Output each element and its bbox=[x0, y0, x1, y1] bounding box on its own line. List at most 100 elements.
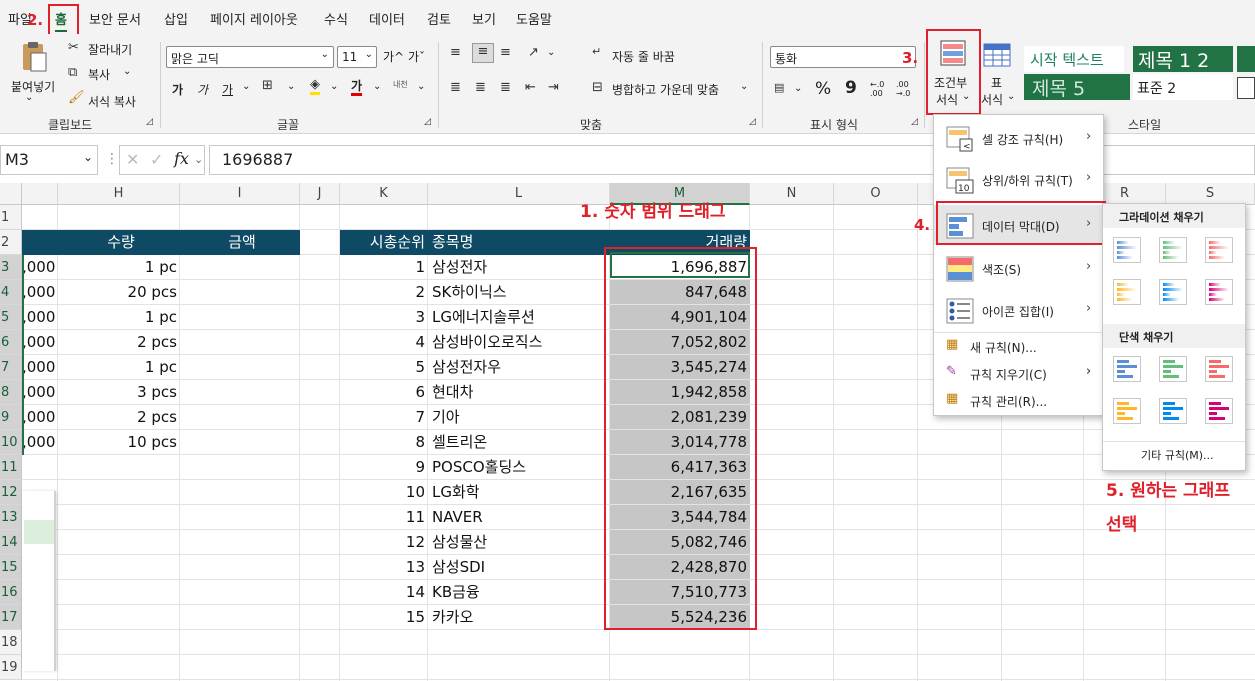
cell-rank[interactable]: 11 bbox=[340, 505, 428, 530]
cell-rank[interactable]: 4 bbox=[340, 330, 428, 355]
cell-stock-name[interactable]: 셀트리온 bbox=[428, 430, 610, 455]
underline-dropdown-icon[interactable]: ⌄ bbox=[242, 81, 250, 92]
currency-icon[interactable]: ▤ bbox=[774, 81, 784, 94]
cell-stock-name[interactable]: 현대차 bbox=[428, 380, 610, 405]
row-header[interactable]: 18 bbox=[0, 630, 22, 655]
cell-rank[interactable]: 9 bbox=[340, 455, 428, 480]
fill-color-icon[interactable]: ◈ bbox=[310, 78, 320, 95]
row-header[interactable]: 2 bbox=[0, 230, 22, 255]
style-start-text[interactable]: 시작 텍스트 bbox=[1024, 46, 1124, 72]
font-size-combo[interactable]: 11 ⌄ bbox=[337, 46, 377, 68]
number-launcher-icon[interactable]: ◿ bbox=[911, 117, 918, 127]
format-as-table-button[interactable]: 표 bbox=[991, 74, 1002, 91]
decrease-indent-icon[interactable]: ⇤ bbox=[525, 80, 536, 95]
row-header[interactable]: 16 bbox=[0, 580, 22, 605]
row-header[interactable]: 6 bbox=[0, 330, 22, 355]
font-launcher-icon[interactable]: ◿ bbox=[424, 117, 431, 127]
style-cell-more[interactable] bbox=[1237, 46, 1255, 72]
tab-protected-doc[interactable]: 보안 문서 bbox=[89, 9, 141, 28]
paste-dropdown-icon[interactable]: ⌄ bbox=[25, 92, 33, 103]
cell-rank[interactable]: 5 bbox=[340, 355, 428, 380]
comma-button[interactable]: 9 bbox=[845, 78, 857, 98]
enter-icon[interactable]: ✓ bbox=[150, 150, 163, 169]
number-format-combo[interactable]: 통화 bbox=[770, 46, 916, 68]
copy-dropdown-icon[interactable]: ⌄ bbox=[123, 66, 131, 77]
column-header-n[interactable]: N bbox=[750, 183, 834, 205]
cut-button[interactable]: 잘라내기 bbox=[88, 41, 132, 58]
format-painter-button[interactable]: 서식 복사 bbox=[88, 93, 136, 110]
column-header-s[interactable]: S bbox=[1166, 183, 1255, 205]
bold-button[interactable]: 가 bbox=[172, 81, 183, 98]
phonetic-dropdown-icon[interactable]: ⌄ bbox=[417, 81, 425, 92]
cell-stock-name[interactable]: SK하이닉스 bbox=[428, 280, 610, 305]
fill-dropdown-icon[interactable]: ⌄ bbox=[330, 81, 338, 92]
font-color-button[interactable]: 가 bbox=[351, 79, 363, 96]
cell-quantity[interactable]: 10 pcs bbox=[58, 430, 180, 455]
cell-rank[interactable]: 13 bbox=[340, 555, 428, 580]
cell-quantity[interactable]: 3 pcs bbox=[58, 380, 180, 405]
cell-stock-name[interactable]: 삼성물산 bbox=[428, 530, 610, 555]
style-heading-1-2[interactable]: 제목 1 2 bbox=[1133, 46, 1233, 72]
cell-stock-name[interactable]: 삼성SDI bbox=[428, 555, 610, 580]
increase-decimal-button[interactable]: ←.0 .00 bbox=[870, 80, 888, 98]
cell-amount-partial[interactable]: ,000 bbox=[22, 380, 58, 405]
column-header-o[interactable]: O bbox=[834, 183, 918, 205]
cell-quantity[interactable]: 2 pcs bbox=[58, 405, 180, 430]
paste-icon[interactable] bbox=[20, 41, 48, 73]
cancel-icon[interactable]: ✕ bbox=[126, 150, 139, 169]
underline-button[interactable]: 가 bbox=[222, 81, 233, 98]
format-as-table-button-line2[interactable]: 서식 bbox=[981, 91, 1003, 108]
cell-rank[interactable]: 7 bbox=[340, 405, 428, 430]
cell-stock-name[interactable]: 카카오 bbox=[428, 605, 610, 630]
column-header-h[interactable]: H bbox=[58, 183, 180, 205]
phonetic-button[interactable]: 내천 bbox=[393, 79, 408, 90]
more-options-icon[interactable]: ⋮ bbox=[105, 151, 119, 167]
tab-view[interactable]: 보기 bbox=[472, 9, 496, 28]
row-header[interactable]: 15 bbox=[0, 555, 22, 580]
cell-quantity[interactable]: 1 pc bbox=[58, 305, 180, 330]
clipboard-launcher-icon[interactable]: ◿ bbox=[146, 117, 153, 127]
format-as-table-icon[interactable] bbox=[983, 43, 1011, 69]
font-color-dropdown-icon[interactable]: ⌄ bbox=[373, 81, 381, 92]
merge-dropdown-icon[interactable]: ⌄ bbox=[740, 81, 748, 92]
databar-gradient-orange-option[interactable] bbox=[1113, 279, 1141, 305]
insert-function-button[interactable]: fx bbox=[174, 149, 189, 168]
cell-rank[interactable]: 2 bbox=[340, 280, 428, 305]
menu-item-highlight-rules[interactable]: < 셀 강조 규칙(H) › bbox=[934, 118, 1103, 158]
cell-rank[interactable]: 3 bbox=[340, 305, 428, 330]
column-header-g[interactable] bbox=[22, 183, 58, 205]
databar-solid-blue-option[interactable] bbox=[1113, 356, 1141, 382]
format-as-table-dropdown-icon[interactable]: ⌄ bbox=[1007, 91, 1015, 102]
style-normal-2[interactable]: 표준 2 bbox=[1133, 74, 1233, 100]
row-header[interactable]: 3 bbox=[0, 255, 22, 280]
cell-stock-name[interactable]: 삼성전자 bbox=[428, 255, 610, 280]
name-box[interactable]: M3 ⌄ bbox=[0, 145, 98, 175]
tab-formulas[interactable]: 수식 bbox=[324, 9, 348, 28]
cell-rank[interactable]: 12 bbox=[340, 530, 428, 555]
row-header[interactable]: 9 bbox=[0, 405, 22, 430]
cell-stock-name[interactable]: KB금융 bbox=[428, 580, 610, 605]
tab-data[interactable]: 데이터 bbox=[369, 9, 405, 28]
cell-rank[interactable]: 8 bbox=[340, 430, 428, 455]
align-left-icon[interactable]: ≣ bbox=[450, 80, 461, 95]
cell-amount-partial[interactable]: ,000 bbox=[22, 255, 58, 280]
decrease-decimal-button[interactable]: .00 →.0 bbox=[896, 80, 914, 98]
databar-solid-red-option[interactable] bbox=[1205, 356, 1233, 382]
menu-item-top-bottom-rules[interactable]: 10 상위/하위 규칙(T) › bbox=[934, 159, 1103, 199]
row-header[interactable]: 8 bbox=[0, 380, 22, 405]
cell-amount-partial[interactable]: ,000 bbox=[22, 280, 58, 305]
cell-quantity[interactable]: 1 pc bbox=[58, 255, 180, 280]
style-heading-5[interactable]: 제목 5 bbox=[1024, 74, 1130, 100]
row-header[interactable]: 10 bbox=[0, 430, 22, 455]
copy-button[interactable]: 복사 bbox=[88, 66, 110, 83]
menu-item-clear-rules[interactable]: ✎ 규칙 지우기(C) › bbox=[934, 360, 1103, 386]
row-header[interactable]: 17 bbox=[0, 605, 22, 630]
align-center-icon[interactable]: ≣ bbox=[475, 80, 486, 95]
cell-stock-name[interactable]: 삼성전자우 bbox=[428, 355, 610, 380]
databar-solid-light-blue-option[interactable] bbox=[1159, 398, 1187, 424]
databar-gradient-green-option[interactable] bbox=[1159, 237, 1187, 263]
row-header[interactable]: 4 bbox=[0, 280, 22, 305]
databar-gradient-blue-option[interactable] bbox=[1113, 237, 1141, 263]
row-header[interactable]: 11 bbox=[0, 455, 22, 480]
databar-solid-green-option[interactable] bbox=[1159, 356, 1187, 382]
